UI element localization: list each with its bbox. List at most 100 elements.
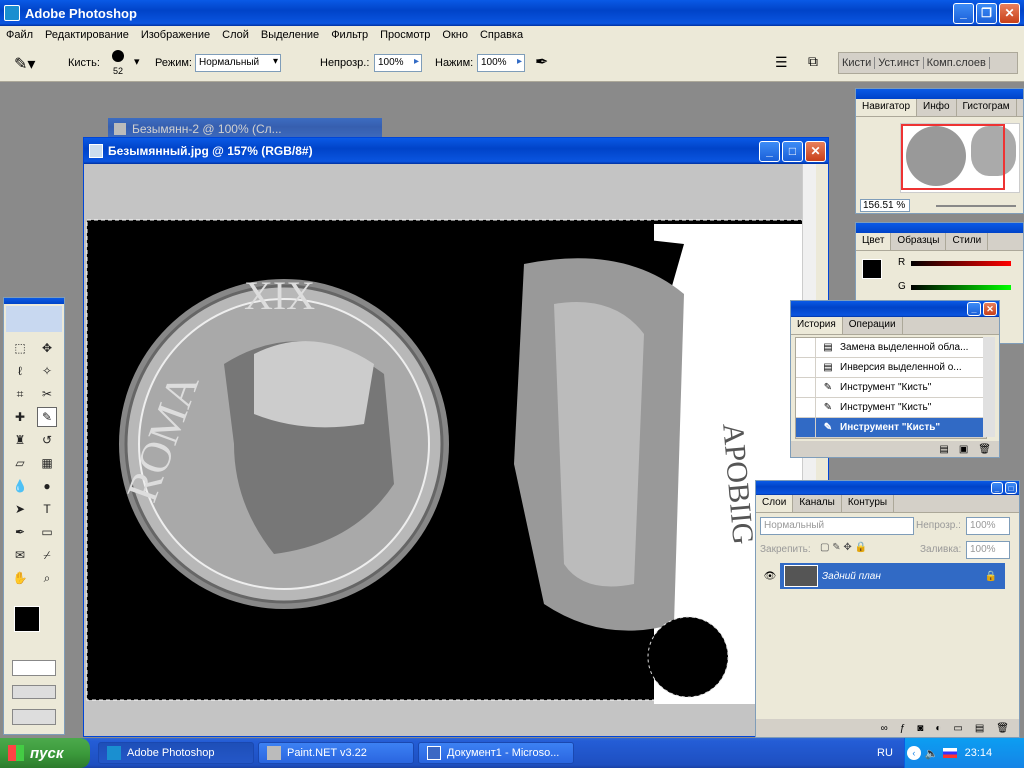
- pen-tool-icon[interactable]: ✒: [10, 522, 30, 542]
- layer-opacity-field[interactable]: 100%: [966, 517, 1010, 535]
- eraser-tool-icon[interactable]: ▱: [10, 453, 30, 473]
- close-button[interactable]: ✕: [983, 302, 997, 316]
- panel-tab[interactable]: Контуры: [842, 495, 895, 512]
- screen-mode-icon[interactable]: [12, 685, 56, 699]
- brush-dot-icon[interactable]: [112, 50, 124, 62]
- marquee-tool-icon[interactable]: ⬚: [10, 338, 30, 358]
- history-snapshot-checkbox[interactable]: [796, 337, 816, 358]
- palette-well-tab[interactable]: Уст.инст: [875, 57, 924, 69]
- adjustment-icon[interactable]: ◐: [935, 723, 941, 734]
- layer-row[interactable]: 👁 Задний план 🔒: [760, 563, 1005, 589]
- history-item[interactable]: ✎ Инструмент "Кисть": [796, 417, 986, 438]
- panel-tab[interactable]: Слои: [756, 495, 794, 512]
- palette-well-tab[interactable]: Кисти: [839, 57, 876, 69]
- mode-select[interactable]: Нормальный ▾: [195, 54, 281, 72]
- history-brush-icon[interactable]: ↺: [37, 430, 57, 450]
- gradient-tool-icon[interactable]: ▦: [37, 453, 57, 473]
- move-tool-icon[interactable]: ✥: [37, 338, 57, 358]
- healing-brush-icon[interactable]: ✚: [10, 407, 30, 427]
- document-title-bar[interactable]: Безымянный.jpg @ 157% (RGB/8#) _ □ ✕: [84, 138, 828, 164]
- mask-icon[interactable]: ◙: [917, 723, 923, 734]
- minimize-button[interactable]: _: [967, 302, 981, 316]
- restore-button[interactable]: ❐: [976, 2, 997, 24]
- arrow-right-icon[interactable]: ▸: [414, 56, 419, 67]
- zoom-slider[interactable]: [936, 205, 1016, 207]
- channel-g-slider[interactable]: [911, 285, 1011, 290]
- hand-tool-icon[interactable]: ✋: [10, 568, 30, 588]
- history-item[interactable]: ▤ Инверсия выделенной о...: [796, 357, 986, 378]
- menu-item[interactable]: Справка: [474, 29, 529, 41]
- panel-tab[interactable]: Образцы: [891, 233, 947, 250]
- trash-icon[interactable]: 🗑: [996, 723, 1009, 734]
- minimize-button[interactable]: _: [953, 2, 974, 24]
- language-indicator[interactable]: RU: [877, 747, 893, 759]
- channel-r-slider[interactable]: [911, 261, 1011, 266]
- brush-preset-icon[interactable]: ✎▾: [14, 54, 35, 74]
- task-paint-net[interactable]: Paint.NET v3.22: [258, 742, 414, 764]
- maximize-button[interactable]: □: [782, 140, 803, 162]
- fill-field[interactable]: 100%: [966, 541, 1010, 559]
- shape-tool-icon[interactable]: ▭: [37, 522, 57, 542]
- new-document-icon[interactable]: ▤: [939, 444, 948, 455]
- palette-well-tab[interactable]: Комп.слоев: [924, 57, 990, 69]
- zoom-tool-icon[interactable]: ⌕: [37, 568, 57, 588]
- navigator-thumbnail[interactable]: [900, 123, 1020, 193]
- navigator-zoom[interactable]: 156.51 %: [860, 199, 910, 212]
- menu-item[interactable]: Слой: [216, 29, 255, 41]
- history-item[interactable]: ✎ Инструмент "Кисть": [796, 377, 986, 398]
- opacity-field[interactable]: 100% ▸: [374, 54, 422, 72]
- start-button[interactable]: пуск: [0, 738, 90, 768]
- panel-tab[interactable]: Каналы: [793, 495, 842, 512]
- menu-item[interactable]: Файл: [0, 29, 39, 41]
- new-layer-icon[interactable]: ▤: [975, 723, 984, 734]
- jump-to-imageready-icon[interactable]: [12, 709, 56, 725]
- flag-icon[interactable]: [942, 748, 957, 758]
- eye-icon[interactable]: 👁: [760, 563, 780, 589]
- menu-item[interactable]: Фильтр: [325, 29, 374, 41]
- layer-blend-select[interactable]: Нормальный: [760, 517, 914, 535]
- history-scrollbar[interactable]: [983, 337, 995, 437]
- airbrush-icon[interactable]: ✒: [535, 52, 548, 72]
- lasso-tool-icon[interactable]: ℓ: [10, 361, 30, 381]
- palette-well-icon[interactable]: ⧉: [808, 53, 818, 70]
- crop-tool-icon[interactable]: ⌗: [10, 384, 30, 404]
- type-tool-icon[interactable]: T: [37, 499, 57, 519]
- app-title-bar[interactable]: Adobe Photoshop _ ❐ ✕: [0, 0, 1024, 26]
- color-fg-swatch[interactable]: [862, 259, 882, 279]
- quick-mask-icon[interactable]: [12, 660, 56, 676]
- minimize-button[interactable]: _: [759, 140, 780, 162]
- panel-tab[interactable]: Стили: [946, 233, 989, 250]
- foreground-color-swatch[interactable]: [14, 606, 40, 632]
- maximize-button[interactable]: □: [1005, 482, 1017, 494]
- speaker-icon[interactable]: 🔈: [925, 747, 939, 760]
- menu-item[interactable]: Окно: [436, 29, 474, 41]
- flow-field[interactable]: 100% ▸: [477, 54, 525, 72]
- brush-dropdown-icon[interactable]: ▾: [134, 55, 140, 68]
- brush-tool-icon[interactable]: ✎: [37, 407, 57, 427]
- panel-tab[interactable]: Гистограм: [957, 99, 1017, 116]
- menu-item[interactable]: Просмотр: [374, 29, 436, 41]
- blur-tool-icon[interactable]: 💧: [10, 476, 30, 496]
- history-item[interactable]: ✎ Инструмент "Кисть": [796, 397, 986, 418]
- dodge-tool-icon[interactable]: ●: [37, 476, 57, 496]
- panel-tab[interactable]: История: [791, 317, 843, 334]
- menu-item[interactable]: Выделение: [255, 29, 325, 41]
- clock[interactable]: 23:14: [965, 747, 993, 759]
- snapshot-icon[interactable]: ▣: [959, 444, 968, 455]
- panel-tab[interactable]: Операции: [843, 317, 903, 334]
- minimize-button[interactable]: _: [991, 482, 1003, 494]
- eyedropper-icon[interactable]: ⌿: [37, 545, 57, 565]
- clone-stamp-icon[interactable]: ♜: [10, 430, 30, 450]
- link-icon[interactable]: ∞: [881, 723, 888, 734]
- folder-icon[interactable]: ▭: [953, 723, 962, 734]
- slice-tool-icon[interactable]: ✂: [37, 384, 57, 404]
- menu-item[interactable]: Изображение: [135, 29, 216, 41]
- history-snapshot-checkbox[interactable]: [796, 397, 816, 418]
- lock-icons[interactable]: ▢ ✎ ✥ 🔒: [820, 542, 867, 553]
- layer-style-icon[interactable]: ƒ: [900, 723, 906, 734]
- close-button[interactable]: ✕: [999, 2, 1020, 24]
- panel-tab[interactable]: Инфо: [917, 99, 957, 116]
- panel-tab[interactable]: Цвет: [856, 233, 892, 250]
- canvas-area[interactable]: ROMA XIX APOBIIG: [84, 164, 816, 736]
- file-browser-icon[interactable]: ☰: [775, 54, 788, 71]
